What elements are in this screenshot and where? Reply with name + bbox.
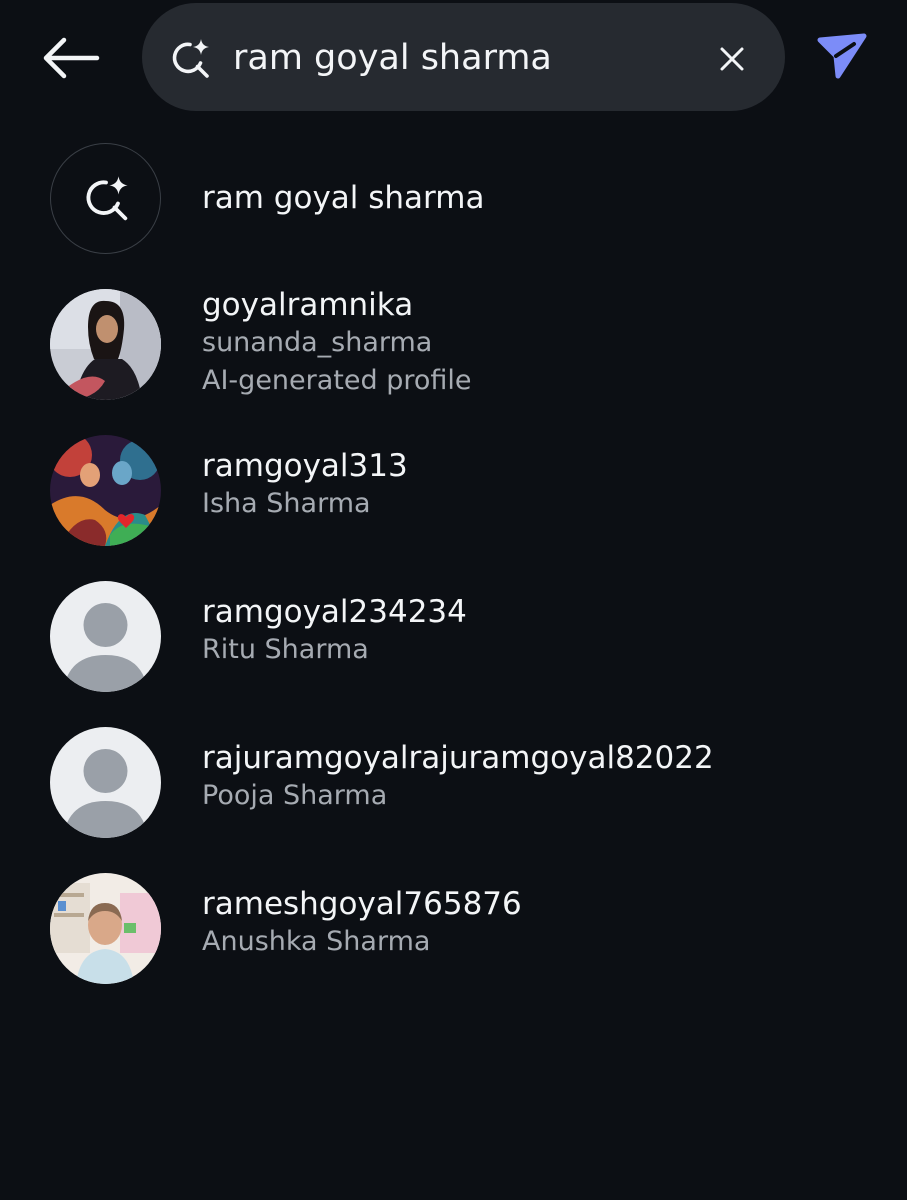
account-username: goyalramnika [202, 287, 414, 323]
account-full-name: Pooja Sharma [202, 780, 388, 811]
account-username: rameshgoyal765876 [202, 886, 522, 922]
share-button[interactable] [812, 28, 872, 84]
search-input[interactable] [233, 35, 693, 81]
account-full-name: Ritu Sharma [202, 634, 369, 665]
close-icon [720, 47, 744, 71]
default-avatar-icon [50, 581, 161, 692]
avatar [50, 289, 161, 400]
query-suggestion-row[interactable]: ram goyal sharma [0, 142, 907, 254]
avatar [50, 873, 161, 984]
account-result-row[interactable]: ramgoyal234234 Ritu Sharma [0, 581, 907, 693]
avatar [50, 581, 161, 692]
account-username: ramgoyal234234 [202, 594, 467, 630]
avatar [50, 435, 161, 546]
back-button[interactable] [38, 30, 102, 86]
account-result-row[interactable]: rajuramgoyalrajuramgoyal82022 Pooja Shar… [0, 727, 907, 839]
top-bar [0, 0, 907, 115]
account-username: rajuramgoyalrajuramgoyal82022 [202, 740, 714, 776]
arrow-left-icon [43, 37, 100, 79]
ai-search-sparkle-icon [172, 39, 209, 78]
query-suggestion-icon-container [50, 143, 161, 254]
paper-plane-icon [817, 33, 867, 79]
account-full-name: Isha Sharma [202, 488, 371, 519]
ai-generated-label: AI-generated profile [202, 365, 472, 396]
account-result-row[interactable]: rameshgoyal765876 Anushka Sharma [0, 873, 907, 985]
account-full-name: Anushka Sharma [202, 926, 431, 957]
account-full-name: sunanda_sharma [202, 327, 433, 358]
query-suggestion-label: ram goyal sharma [202, 180, 485, 216]
account-username: ramgoyal313 [202, 448, 408, 484]
account-result-row[interactable]: ramgoyal313 Isha Sharma [0, 435, 907, 547]
account-result-row[interactable]: goyalramnika sunanda_sharma AI-generated… [0, 287, 907, 401]
search-bar[interactable] [142, 3, 785, 111]
clear-search-button[interactable] [714, 41, 750, 77]
avatar [50, 727, 161, 838]
ai-search-sparkle-icon [86, 175, 128, 220]
default-avatar-icon [50, 727, 161, 838]
